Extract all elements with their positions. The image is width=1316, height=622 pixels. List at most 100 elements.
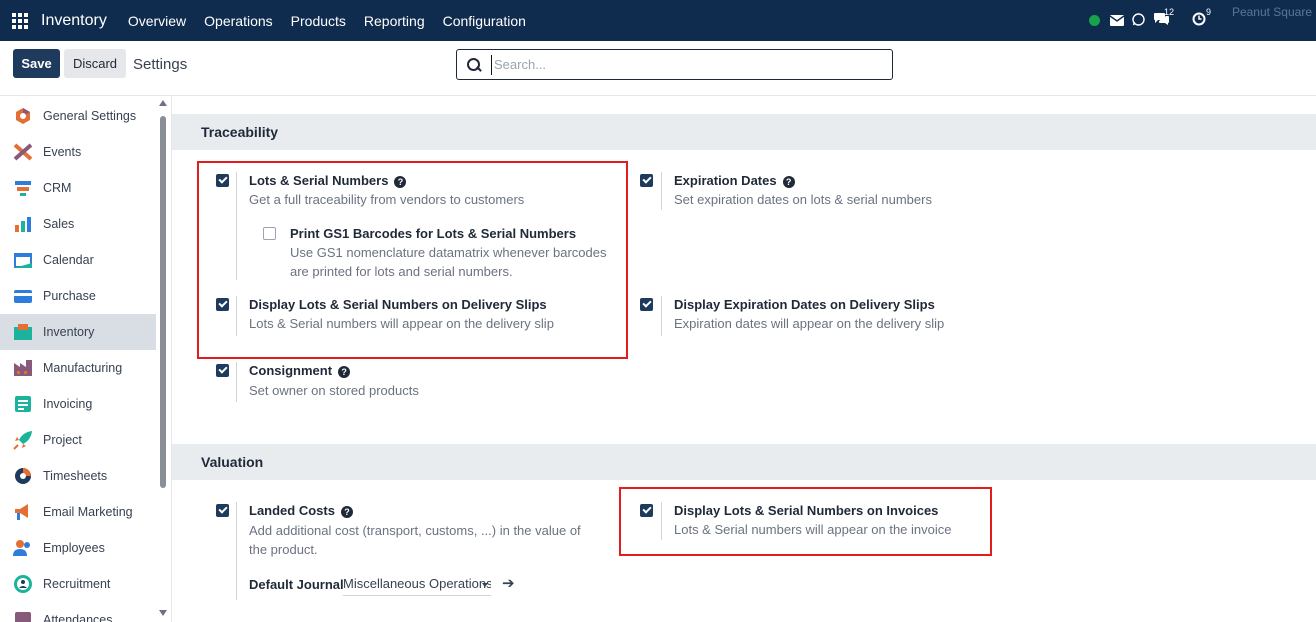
- purchase-icon: [12, 286, 34, 306]
- sidebar-item-label: Project: [43, 433, 82, 447]
- company-switcher[interactable]: Peanut Square: [1232, 5, 1312, 19]
- search-box[interactable]: [456, 49, 893, 80]
- menu-overview[interactable]: Overview: [128, 13, 186, 29]
- setting-divider: [236, 502, 237, 600]
- sidebar-item-recruitment[interactable]: Recruitment: [0, 566, 156, 602]
- scroll-up-arrow-icon[interactable]: [159, 100, 167, 106]
- sidebar-item-attendances[interactable]: Attendances: [0, 602, 156, 622]
- breadcrumb: Settings: [133, 56, 188, 73]
- help-icon[interactable]: ?: [340, 506, 353, 518]
- chevron-down-icon: [482, 583, 488, 587]
- save-button[interactable]: Save: [13, 49, 60, 78]
- sidebar-item-general-settings[interactable]: General Settings: [0, 98, 156, 134]
- sidebar-item-label: Calendar: [43, 253, 94, 267]
- scroll-thumb[interactable]: [160, 116, 166, 488]
- events-icon: [12, 142, 34, 162]
- highlight-box-invoice-lots: [619, 487, 992, 556]
- email-marketing-icon: [12, 502, 34, 522]
- sidebar-item-project[interactable]: Project: [0, 422, 156, 458]
- sidebar-scrollbar[interactable]: [158, 98, 168, 620]
- default-journal-select[interactable]: Miscellaneous Operations: [343, 576, 491, 596]
- display-expiration-delivery-title: Display Expiration Dates on Delivery Sli…: [674, 297, 935, 312]
- sidebar-item-email-marketing[interactable]: Email Marketing: [0, 494, 156, 530]
- sidebar-item-sales[interactable]: Sales: [0, 206, 156, 242]
- activity-count-badge: 9: [1205, 7, 1211, 17]
- sidebar-item-label: Manufacturing: [43, 361, 123, 375]
- sidebar-item-manufacturing[interactable]: Manufacturing: [0, 350, 156, 386]
- default-journal-label: Default Journal: [249, 577, 344, 592]
- settings-content: Traceability Lots & Serial Numbers? Get …: [172, 96, 1316, 622]
- recruitment-icon: [12, 574, 34, 594]
- manufacturing-icon: [12, 358, 34, 378]
- display-expiration-delivery-checkbox[interactable]: [640, 298, 653, 311]
- apps-menu-icon[interactable]: [12, 12, 28, 29]
- default-journal-value: Miscellaneous Operations: [343, 576, 491, 591]
- calendar-icon: [12, 250, 34, 270]
- timesheets-icon: [12, 466, 34, 486]
- invoicing-icon: [12, 394, 34, 414]
- landed-costs-desc: Add additional cost (transport, customs,…: [249, 523, 581, 557]
- sidebar-item-label: Email Marketing: [43, 505, 133, 519]
- activity-clock-icon[interactable]: 9: [1192, 7, 1211, 29]
- sidebar-item-label: CRM: [43, 181, 72, 195]
- navbar-systray: 12 9 Peanut Square: [1088, 0, 1316, 41]
- sidebar-item-inventory[interactable]: Inventory: [0, 314, 156, 350]
- sidebar-item-label: Timesheets: [43, 469, 108, 483]
- setting-divider: [661, 172, 662, 210]
- section-header-traceability: Traceability: [172, 114, 1316, 150]
- consignment-title: Consignment?: [249, 363, 351, 378]
- help-icon[interactable]: ?: [782, 176, 795, 188]
- menu-products[interactable]: Products: [291, 13, 346, 29]
- expiration-dates-checkbox[interactable]: [640, 174, 653, 187]
- arrow-right-icon[interactable]: ➔: [502, 574, 515, 592]
- sidebar-item-events[interactable]: Events: [0, 134, 156, 170]
- expiration-dates-desc: Set expiration dates on lots & serial nu…: [674, 192, 932, 207]
- setting-divider: [661, 296, 662, 336]
- setting-divider: [236, 362, 237, 402]
- section-header-valuation: Valuation: [172, 444, 1316, 480]
- sidebar-item-label: Recruitment: [43, 577, 111, 591]
- envelope-icon[interactable]: [1109, 13, 1125, 29]
- attendances-icon: [12, 610, 34, 622]
- control-panel: Save Discard Settings: [0, 41, 1316, 96]
- search-input[interactable]: [491, 54, 881, 75]
- sidebar-item-calendar[interactable]: Calendar: [0, 242, 156, 278]
- sidebar-item-crm[interactable]: CRM: [0, 170, 156, 206]
- expiration-dates-title: Expiration Dates?: [674, 173, 795, 188]
- settings-sidebar: General Settings Events CRM Sales Calend…: [0, 96, 172, 622]
- menu-operations[interactable]: Operations: [204, 13, 272, 29]
- consignment-checkbox[interactable]: [216, 364, 229, 377]
- sidebar-item-label: Purchase: [43, 289, 96, 303]
- sidebar-item-label: Events: [43, 145, 82, 159]
- inventory-icon: [12, 322, 34, 342]
- sidebar-item-label: Employees: [43, 541, 105, 555]
- messages-icon[interactable]: 12: [1153, 7, 1174, 29]
- sidebar-item-purchase[interactable]: Purchase: [0, 278, 156, 314]
- top-navbar: Inventory Overview Operations Products R…: [0, 0, 1316, 41]
- crm-icon: [12, 178, 34, 198]
- employees-icon: [12, 538, 34, 558]
- sidebar-item-label: General Settings: [43, 109, 137, 123]
- sidebar-item-invoicing[interactable]: Invoicing: [0, 386, 156, 422]
- scroll-down-arrow-icon[interactable]: [159, 610, 167, 616]
- presence-status-icon: [1088, 15, 1100, 26]
- display-expiration-delivery-desc: Expiration dates will appear on the deli…: [674, 316, 945, 331]
- messages-count-badge: 12: [1163, 7, 1174, 17]
- consignment-desc: Set owner on stored products: [249, 383, 419, 398]
- menu-configuration[interactable]: Configuration: [443, 13, 526, 29]
- help-icon[interactable]: ?: [338, 366, 351, 378]
- whatsapp-icon[interactable]: [1132, 12, 1145, 29]
- landed-costs-title: Landed Costs?: [249, 503, 353, 518]
- general-settings-icon: [12, 106, 34, 126]
- sidebar-item-timesheets[interactable]: Timesheets: [0, 458, 156, 494]
- landed-costs-checkbox[interactable]: [216, 504, 229, 517]
- sidebar-item-employees[interactable]: Employees: [0, 530, 156, 566]
- sidebar-item-label: Sales: [43, 217, 75, 231]
- menu-reporting[interactable]: Reporting: [364, 13, 425, 29]
- discard-button[interactable]: Discard: [64, 49, 126, 78]
- search-icon: [467, 57, 481, 72]
- sidebar-item-label: Attendances: [43, 613, 113, 622]
- sales-icon: [12, 214, 34, 234]
- app-brand[interactable]: Inventory: [41, 12, 107, 30]
- sidebar-item-label: Inventory: [43, 325, 95, 339]
